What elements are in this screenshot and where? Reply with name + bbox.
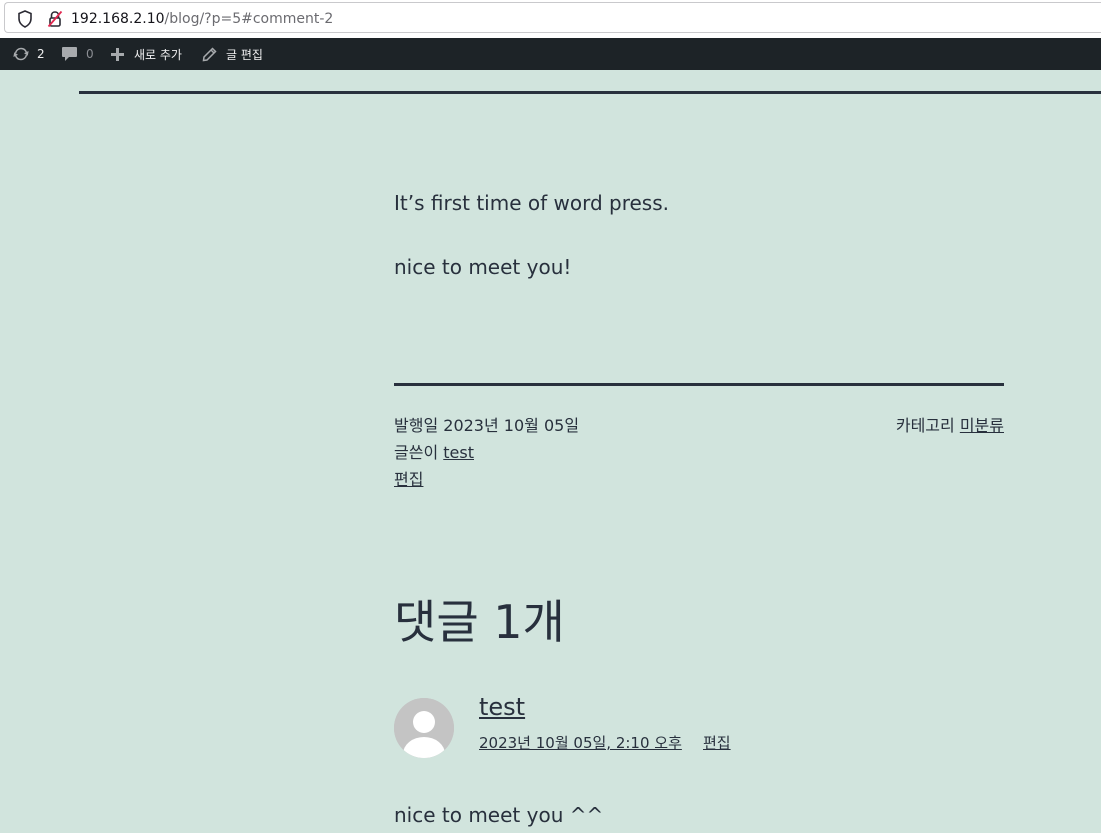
- url-text[interactable]: 192.168.2.10/blog/?p=5#comment-2: [71, 10, 333, 28]
- published-date: 2023년 10월 05일: [443, 416, 580, 435]
- post-paragraph: It’s first time of word press.: [394, 191, 669, 215]
- comment-edit-link[interactable]: 편집: [703, 731, 731, 755]
- new-content-label: 새로 추가: [134, 47, 182, 62]
- author-link[interactable]: test: [443, 443, 474, 462]
- avatar: [394, 698, 454, 758]
- updates-menu[interactable]: 2: [12, 38, 45, 70]
- wp-admin-bar: 2 0 새로 추가 글 편집: [0, 38, 1101, 70]
- edit-post-link[interactable]: 편집: [394, 470, 423, 489]
- comment-author-link[interactable]: test: [479, 690, 525, 724]
- author-prefix: 글쓴이: [394, 443, 439, 462]
- browser-toolbar: 192.168.2.10/blog/?p=5#comment-2: [0, 0, 1101, 38]
- comments-count: 0: [86, 47, 94, 61]
- comment-body: nice to meet you ^^: [394, 803, 604, 827]
- shield-icon[interactable]: [17, 10, 33, 28]
- header-divider: [79, 91, 1101, 94]
- pencil-icon: [202, 46, 217, 61]
- edit-post-menu[interactable]: 글 편집: [202, 38, 263, 70]
- category-link[interactable]: 미분류: [960, 416, 1004, 435]
- edit-post-label: 글 편집: [226, 47, 263, 62]
- url-path: /blog/?p=5#comment-2: [164, 11, 334, 27]
- edit-line: 편집: [394, 466, 579, 493]
- comment-bubble-icon: [62, 47, 77, 61]
- post-footer-divider: [394, 383, 1004, 386]
- default-avatar-icon: [394, 698, 454, 758]
- comments-menu[interactable]: 0: [61, 38, 94, 70]
- published-prefix: 발행일: [394, 416, 439, 435]
- category-prefix: 카테고리: [895, 416, 955, 435]
- insecure-lock-icon[interactable]: [47, 10, 63, 28]
- category-meta: 카테고리 미분류: [896, 412, 1004, 439]
- url-host: 192.168.2.10: [71, 11, 165, 27]
- comments-title: 댓글 1개: [394, 595, 565, 649]
- new-content-menu[interactable]: 새로 추가: [110, 38, 182, 70]
- refresh-icon: [13, 47, 29, 61]
- post-paragraph: nice to meet you!: [394, 255, 572, 279]
- comment-date-link[interactable]: 2023년 10월 05일, 2:10 오후: [479, 731, 682, 755]
- address-bar[interactable]: 192.168.2.10/blog/?p=5#comment-2: [4, 2, 1101, 33]
- plus-icon: [111, 47, 124, 61]
- updates-count: 2: [37, 47, 45, 61]
- author-line: 글쓴이 test: [394, 439, 579, 466]
- published-date-line: 발행일 2023년 10월 05일: [394, 412, 579, 439]
- post-meta: 발행일 2023년 10월 05일 글쓴이 test 편집: [394, 412, 579, 493]
